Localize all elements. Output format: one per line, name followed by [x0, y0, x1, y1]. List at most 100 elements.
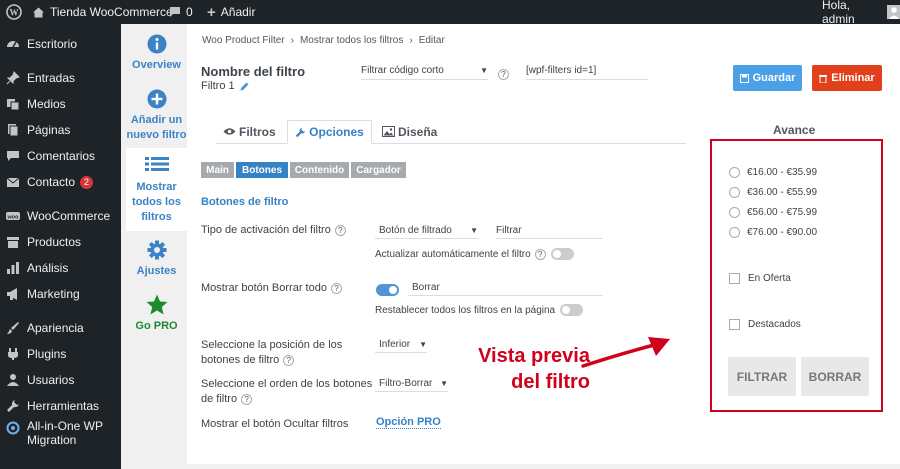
breadcrumb-item: Editar — [418, 35, 445, 46]
sidebar-item-entradas[interactable]: Entradas — [0, 65, 121, 91]
sidebar-item-marketing[interactable]: Marketing — [0, 281, 121, 307]
order-label-line: Seleccione el orden de los botones — [201, 378, 373, 390]
delete-button[interactable]: Eliminar — [812, 65, 882, 91]
comments-count: 0 — [186, 5, 193, 19]
sidebar-item-woocommerce[interactable]: woo WooCommerce — [0, 203, 121, 229]
subtab-main[interactable]: Main — [201, 162, 234, 178]
migration-icon — [6, 421, 20, 435]
price-range-option[interactable]: €36.00 - €55.99 — [729, 187, 817, 198]
sidebar-item-label: Apariencia — [27, 321, 84, 335]
radio-button[interactable] — [729, 167, 740, 178]
featured-option[interactable]: Destacados — [729, 319, 801, 330]
auto-update-row: Actualizar automáticamente el filtro? — [375, 248, 574, 260]
pencil-icon[interactable] — [240, 82, 249, 91]
reset-row: Restablecer todos los filtros en la pági… — [375, 304, 584, 316]
price-range-option[interactable]: €16.00 - €35.99 — [729, 167, 817, 178]
site-link[interactable]: Tienda WooCommerce — [32, 0, 173, 24]
tab-overview[interactable]: Overview — [126, 34, 187, 73]
price-range-option[interactable]: €56.00 - €75.99 — [729, 207, 817, 218]
activation-text-input[interactable]: Filtrar — [496, 222, 603, 239]
new-content-link[interactable]: + Añadir — [207, 0, 255, 24]
preview-title: Avance — [773, 123, 816, 137]
pro-option-link[interactable]: Opción PRO — [376, 416, 441, 429]
sidebar-item-apariencia[interactable]: Apariencia — [0, 315, 121, 341]
radio-button[interactable] — [729, 227, 740, 238]
save-button[interactable]: Guardar — [733, 65, 802, 91]
info-icon — [147, 34, 166, 54]
preview-clear-button[interactable]: BORRAR — [801, 357, 869, 396]
breadcrumb-item[interactable]: Woo Product Filter — [202, 35, 285, 46]
shortcode-input[interactable]: [wpf-filters id=1] — [526, 62, 648, 80]
sidebar-item-label: Entradas — [27, 71, 76, 85]
sidebar-item-contacto[interactable]: Contacto 2 — [0, 169, 121, 195]
sidebar-item-productos[interactable]: Productos — [0, 229, 121, 255]
radio-button[interactable] — [729, 207, 740, 218]
tab-design[interactable]: Diseña — [378, 120, 441, 143]
wordpress-logo-icon[interactable]: W — [6, 0, 22, 24]
position-select[interactable]: Inferior ▼ — [375, 336, 427, 353]
subtab-buttons[interactable]: Botones — [236, 162, 288, 178]
tab-add-new-filter[interactable]: Añadir un nuevo filtro — [126, 89, 187, 143]
filter-name-label: Nombre del filtro — [201, 64, 306, 79]
help-icon[interactable]: ? — [283, 354, 295, 366]
save-icon — [739, 73, 749, 83]
brush-icon — [6, 321, 20, 335]
price-range-label: €56.00 - €75.99 — [747, 207, 818, 218]
subtab-loader[interactable]: Cargador — [351, 162, 406, 178]
reset-label: Restablecer todos los filtros en la pági… — [375, 304, 556, 316]
help-icon[interactable]: ? — [534, 248, 546, 260]
clear-text-input[interactable]: Borrar — [408, 279, 603, 296]
shortcode-select[interactable]: Filtrar código corto ▼ — [361, 62, 488, 80]
sidebar-item-label: WooCommerce — [27, 209, 111, 223]
help-icon[interactable]: ? — [241, 393, 253, 405]
show-clear-label-text: Mostrar botón Borrar todo — [201, 282, 327, 294]
order-select[interactable]: Filtro-Borrar ▼ — [375, 375, 448, 392]
trash-icon — [819, 74, 828, 83]
show-clear-toggle[interactable] — [376, 281, 399, 296]
annotation-line: Vista previa — [478, 345, 590, 367]
sidebar-item-usuarios[interactable]: Usuarios — [0, 367, 121, 393]
preview-filter-button[interactable]: FILTRAR — [728, 357, 796, 396]
new-label: Añadir — [220, 5, 256, 19]
price-range-option[interactable]: €76.00 - €90.00 — [729, 227, 817, 238]
sidebar-item-label: Marketing — [27, 287, 80, 301]
sidebar-item-comentarios[interactable]: Comentarios — [0, 143, 121, 169]
eye-icon — [223, 128, 236, 135]
auto-update-label: Actualizar automáticamente el filtro — [375, 248, 531, 260]
sidebar-item-analisis[interactable]: Análisis — [0, 255, 121, 281]
breadcrumb-item[interactable]: Mostrar todos los filtros — [300, 35, 403, 46]
tab-filters[interactable]: Filtros — [217, 120, 282, 143]
tab-options[interactable]: Opciones — [287, 120, 372, 144]
sidebar-item-medios[interactable]: Medios — [0, 91, 121, 117]
tab-settings[interactable]: Ajustes — [126, 240, 187, 279]
megaphone-icon — [6, 287, 20, 301]
radio-button[interactable] — [729, 187, 740, 198]
reset-toggle[interactable] — [560, 304, 584, 316]
sidebar-item-migration[interactable]: All-in-One WP Migration — [0, 419, 121, 459]
tab-show-all-filters[interactable]: Mostrar todos los filtros — [126, 156, 187, 225]
sidebar-item-plugins[interactable]: Plugins — [0, 341, 121, 367]
user-icon — [888, 7, 899, 19]
on-sale-option[interactable]: En Oferta — [729, 273, 791, 284]
checkbox[interactable] — [729, 319, 740, 330]
sidebar-item-escritorio[interactable]: Escritorio — [0, 31, 121, 57]
help-icon[interactable]: ? — [330, 282, 342, 294]
tab-go-pro[interactable]: Go PRO — [126, 294, 187, 334]
filter-name-value[interactable]: Filtro 1 — [201, 80, 249, 92]
order-label: Seleccione el orden de los botones de fil… — [201, 377, 372, 407]
help-icon[interactable]: ? — [498, 66, 509, 81]
account-menu[interactable]: Hola, admin — [822, 0, 900, 26]
wrench-icon — [295, 127, 306, 137]
tab-label: Ajustes — [136, 265, 177, 277]
sidebar-item-herramientas[interactable]: Herramientas — [0, 393, 121, 419]
checkbox[interactable] — [729, 273, 740, 284]
comments-link[interactable]: 0 — [169, 0, 193, 24]
site-name: Tienda WooCommerce — [50, 5, 173, 19]
sidebar-item-paginas[interactable]: Páginas — [0, 117, 121, 143]
greeting: Hola, admin — [822, 0, 855, 26]
auto-update-toggle[interactable] — [550, 248, 574, 260]
help-icon[interactable]: ? — [334, 224, 346, 236]
subtab-content[interactable]: Contenido — [290, 162, 349, 178]
star-icon — [146, 294, 167, 315]
activation-select[interactable]: Botón de filtrado ▼ — [375, 222, 478, 239]
